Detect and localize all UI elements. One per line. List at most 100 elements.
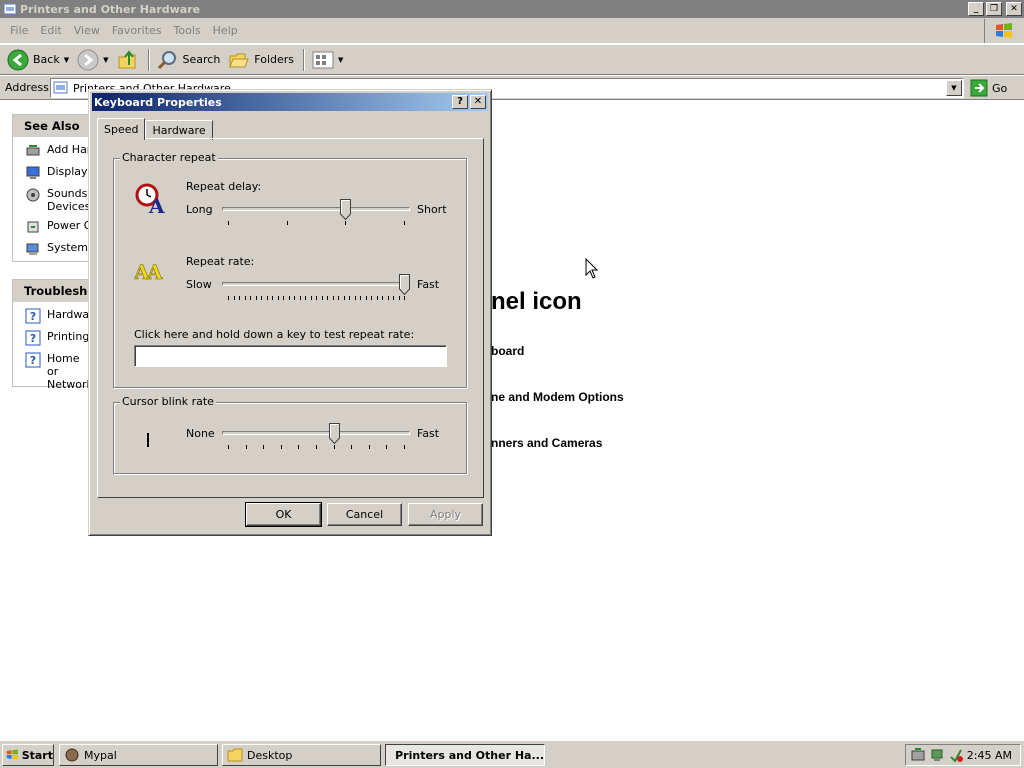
repeat-rate-slider[interactable] xyxy=(222,274,410,308)
window-titlebar[interactable]: Printers and Other Hardware _ ❐ ✕ xyxy=(0,0,1024,18)
troubleshooters-title: Troubleshoo xyxy=(13,280,103,302)
slider-tick xyxy=(255,296,257,300)
cancel-button[interactable]: Cancel xyxy=(327,503,402,526)
see-also-item-add-hardware[interactable]: Add Hard xyxy=(13,143,89,159)
cursor-blink-slider[interactable] xyxy=(222,423,410,457)
slider-thumb[interactable] xyxy=(328,423,340,444)
views-button[interactable]: ▼ xyxy=(309,47,346,73)
folders-icon xyxy=(229,53,250,67)
search-icon xyxy=(157,50,176,69)
repeat-delay-slider[interactable] xyxy=(222,199,410,233)
search-button[interactable]: Search xyxy=(154,47,224,73)
task-desktop[interactable]: Desktop xyxy=(222,744,381,766)
address-dropdown-icon[interactable]: ▼ xyxy=(946,80,962,96)
go-label: Go xyxy=(992,81,1008,95)
slider-tick xyxy=(283,296,284,300)
see-also-item-display[interactable]: Display xyxy=(13,165,89,181)
slider-tick xyxy=(376,296,378,300)
menu-bar: File Edit View Favorites Tools Help xyxy=(0,18,1024,44)
cursor-blink-min-label: None xyxy=(186,427,215,440)
slider-tick xyxy=(332,296,334,300)
menu-edit[interactable]: Edit xyxy=(34,24,67,37)
slider-tick xyxy=(393,296,394,300)
see-also-item-sounds[interactable]: Sounds, Devices xyxy=(13,187,89,213)
slider-tick xyxy=(266,296,268,300)
slider-tick xyxy=(387,296,389,300)
start-label: Start xyxy=(21,748,53,762)
see-also-item-label: System xyxy=(47,241,89,254)
tab-hardware[interactable]: Hardware xyxy=(145,120,213,140)
slider-tick xyxy=(250,296,251,300)
menu-file[interactable]: File xyxy=(4,24,34,37)
system-icon xyxy=(26,243,39,255)
start-button[interactable]: Start xyxy=(2,744,54,766)
back-dropdown-icon[interactable]: ▼ xyxy=(64,56,69,64)
troubleshooter-item-printing[interactable]: ? Printing xyxy=(13,330,89,346)
tab-speed[interactable]: Speed xyxy=(97,118,146,140)
back-button[interactable]: Back ▼ xyxy=(4,47,72,73)
cursor-blink-group: Cursor blink rate None Fast xyxy=(113,395,467,474)
task-label: Mypal xyxy=(84,748,117,762)
slider-tick xyxy=(277,296,279,300)
windows-flag-icon xyxy=(6,749,18,760)
slider-tick xyxy=(228,296,229,300)
tray-network-icon[interactable] xyxy=(929,747,945,763)
slider-tick xyxy=(404,221,405,225)
forward-button[interactable]: ▼ xyxy=(74,47,111,73)
phone-modem-link[interactable]: ne and Modem Options xyxy=(491,390,624,404)
up-folder-button[interactable] xyxy=(114,47,142,73)
dialog-tabs: Speed Hardware xyxy=(97,118,213,140)
slider-tick xyxy=(349,296,350,300)
folders-button[interactable]: Folders xyxy=(225,47,297,73)
slider-tick xyxy=(371,296,372,300)
slider-tick xyxy=(316,296,317,300)
slider-tick xyxy=(354,296,356,300)
see-also-item-power[interactable]: Power O xyxy=(13,219,89,235)
keyboard-link[interactable]: board xyxy=(491,344,524,358)
slider-thumb[interactable] xyxy=(340,199,352,220)
slider-tick xyxy=(228,445,229,449)
close-button[interactable]: ✕ xyxy=(1006,2,1022,16)
menu-view[interactable]: View xyxy=(68,24,106,37)
minimize-button[interactable]: _ xyxy=(968,2,984,16)
dialog-help-button[interactable]: ? xyxy=(452,95,468,109)
dialog-titlebar[interactable]: Keyboard Properties ? ✕ xyxy=(92,93,488,111)
cursor-blink-max-label: Fast xyxy=(417,427,440,440)
dialog-title: Keyboard Properties xyxy=(94,95,222,109)
help-icon: ? xyxy=(25,330,41,346)
views-dropdown-icon[interactable]: ▼ xyxy=(338,56,343,64)
troubleshooter-item-network[interactable]: ? Home or Network xyxy=(13,352,89,391)
dialog-close-button[interactable]: ✕ xyxy=(470,95,486,109)
tray-hardware-icon[interactable] xyxy=(910,747,926,763)
slider-tick xyxy=(233,296,235,300)
menu-tools[interactable]: Tools xyxy=(168,24,207,37)
see-also-item-label: Display xyxy=(47,165,88,178)
test-repeat-input[interactable] xyxy=(134,345,447,367)
see-also-item-label: Sounds, Devices xyxy=(47,187,89,213)
slider-ticks xyxy=(222,221,410,225)
tray-security-icon[interactable] xyxy=(948,747,964,763)
apply-button[interactable]: Apply xyxy=(408,503,483,526)
ok-button[interactable]: OK xyxy=(245,502,322,527)
printer-folder-icon xyxy=(390,754,392,756)
restore-button[interactable]: ❐ xyxy=(986,2,1002,16)
troubleshooter-item-label: Printing xyxy=(47,330,89,343)
slider-thumb[interactable] xyxy=(399,274,410,295)
task-mypal[interactable]: Mypal xyxy=(59,744,218,766)
slider-tick xyxy=(310,296,312,300)
standard-toolbar: Back ▼ ▼ Search Folders ▼ xyxy=(0,45,1024,75)
scanners-cameras-link[interactable]: nners and Cameras xyxy=(491,436,602,450)
repeat-rate-min-label: Slow xyxy=(186,278,212,291)
repeat-delay-max-label: Short xyxy=(417,203,447,216)
task-printers-hardware[interactable]: Printers and Other Ha... xyxy=(385,744,545,766)
clock: 2:45 AM xyxy=(966,748,1012,762)
folder-icon xyxy=(227,748,243,762)
see-also-item-system[interactable]: System xyxy=(13,241,89,257)
go-button[interactable]: Go xyxy=(970,79,1007,97)
menu-favorites[interactable]: Favorites xyxy=(106,24,168,37)
menu-help[interactable]: Help xyxy=(207,24,244,37)
forward-dropdown-icon[interactable]: ▼ xyxy=(103,56,108,64)
slider-tick xyxy=(360,296,361,300)
back-arrow-icon xyxy=(7,49,29,70)
troubleshooter-item-hardware[interactable]: ? Hardwar xyxy=(13,308,89,324)
